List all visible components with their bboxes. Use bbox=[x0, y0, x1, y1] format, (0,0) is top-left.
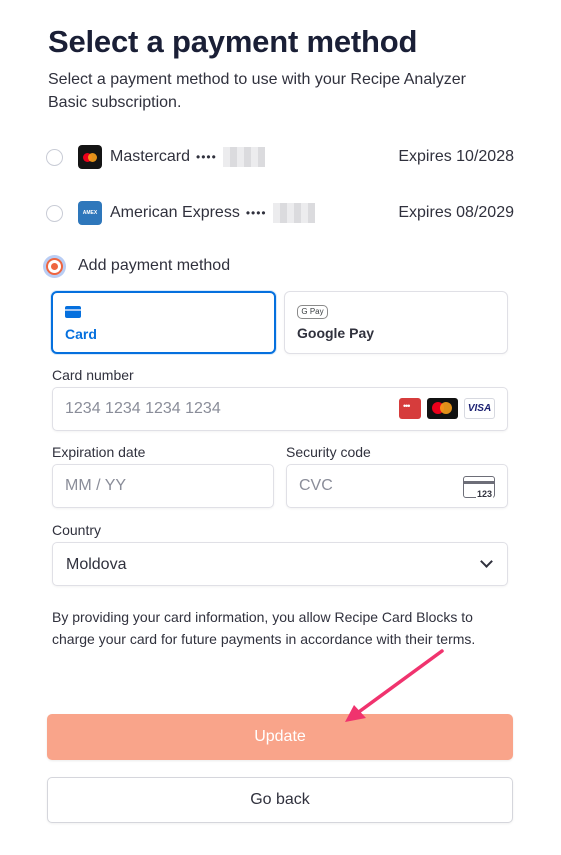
tab-card-label: Card bbox=[65, 326, 97, 342]
card-authorization-notice: By providing your card information, you … bbox=[52, 609, 476, 647]
page-title: Select a payment method bbox=[48, 24, 418, 59]
chevron-down-icon bbox=[480, 555, 493, 568]
cvc-card-icon: 123 bbox=[463, 476, 495, 499]
visa-icon: VISA bbox=[464, 398, 495, 419]
tab-google-pay-label: Google Pay bbox=[297, 325, 375, 341]
redacted-digits bbox=[272, 203, 315, 223]
amex-logo-icon: AMEX bbox=[78, 201, 102, 225]
country-label: Country bbox=[52, 522, 102, 538]
masked-digits: •••• bbox=[245, 206, 267, 220]
card-number-label: Card number bbox=[52, 367, 134, 383]
security-code-label: Security code bbox=[286, 444, 371, 460]
google-pay-icon: G Pay bbox=[297, 305, 328, 319]
update-button[interactable]: Update bbox=[47, 714, 513, 760]
radio-button-selected[interactable] bbox=[46, 257, 63, 275]
tab-card[interactable]: Card bbox=[51, 291, 276, 354]
masked-digits: •••• bbox=[196, 150, 217, 164]
unionpay-icon bbox=[399, 398, 421, 419]
card-brand-label: Mastercard bbox=[110, 148, 191, 165]
country-selected-value: Moldova bbox=[66, 556, 127, 573]
page-subtitle: Select a payment method to use with your… bbox=[48, 71, 466, 111]
add-payment-method-label: Add payment method bbox=[78, 257, 231, 274]
go-back-button[interactable]: Go back bbox=[47, 777, 513, 823]
saved-method-mastercard[interactable]: Mastercard •••• Expires 10/2028 bbox=[46, 142, 514, 172]
card-brand-label: American Express bbox=[110, 204, 240, 221]
add-payment-method-option[interactable]: Add payment method bbox=[46, 252, 230, 280]
mastercard-logo-icon bbox=[78, 145, 102, 169]
radio-button[interactable] bbox=[46, 204, 63, 222]
card-icon bbox=[65, 306, 81, 318]
country-select[interactable]: Moldova bbox=[52, 542, 508, 586]
card-expiry: Expires 08/2029 bbox=[398, 204, 514, 221]
saved-method-amex[interactable]: AMEX American Express •••• Expires 08/20… bbox=[46, 198, 514, 228]
tab-google-pay[interactable]: G Pay Google Pay bbox=[284, 291, 508, 354]
radio-button[interactable] bbox=[46, 148, 63, 166]
card-expiry: Expires 10/2028 bbox=[398, 148, 514, 165]
accepted-card-brands: VISA bbox=[399, 398, 495, 419]
expiration-date-label: Expiration date bbox=[52, 444, 146, 460]
redacted-digits bbox=[222, 147, 265, 167]
mastercard-icon bbox=[427, 398, 458, 419]
expiration-date-input[interactable] bbox=[52, 464, 274, 508]
